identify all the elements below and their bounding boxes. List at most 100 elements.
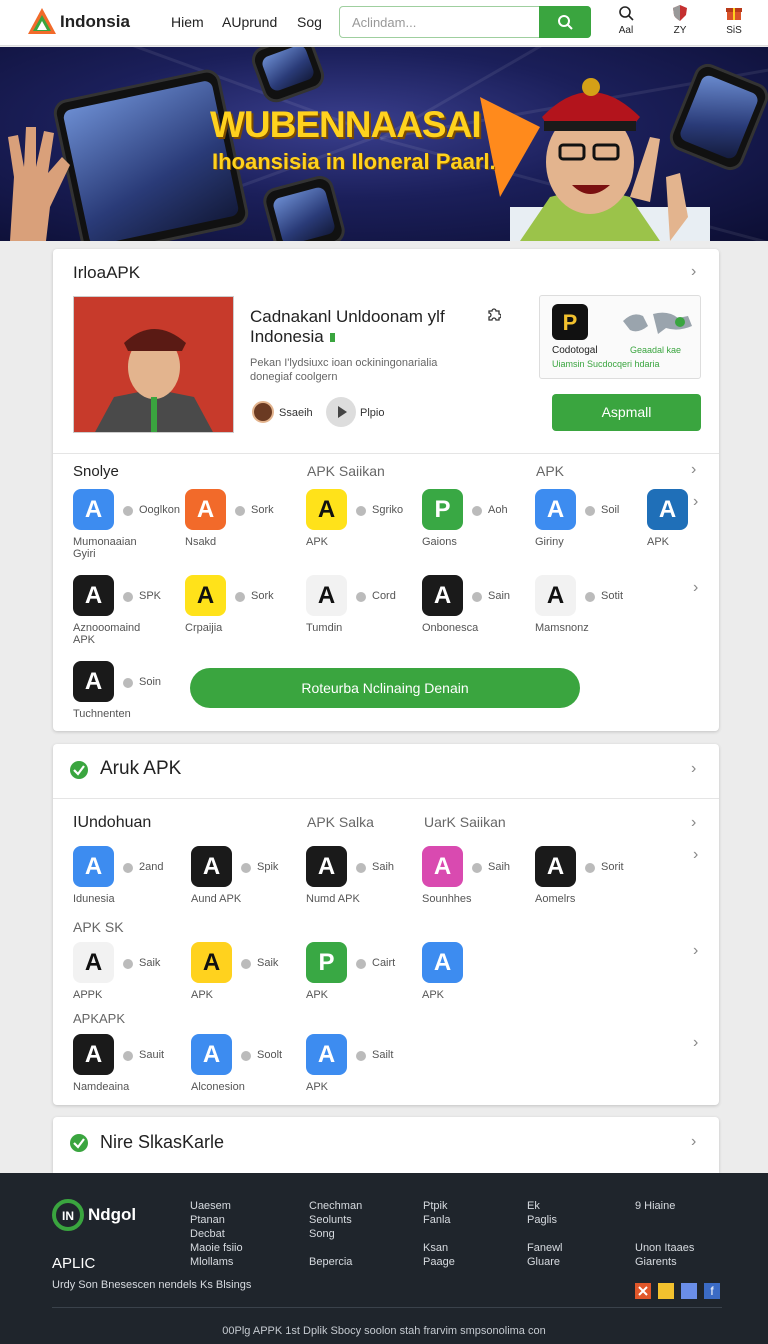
footer-link[interactable]: Ptpik: [423, 1200, 447, 1212]
header-shield-action[interactable]: ZY: [660, 4, 700, 36]
app-icon[interactable]: A: [73, 846, 114, 887]
featured-app-image[interactable]: [73, 296, 234, 433]
play-icon[interactable]: [326, 397, 356, 427]
featured-app-name[interactable]: Cadnakanl Unldoonam ylf Indonesia: [250, 307, 480, 347]
app-label[interactable]: Sounhhes: [422, 893, 492, 905]
app-icon[interactable]: A: [306, 489, 347, 530]
social-facebook-icon[interactable]: f: [704, 1283, 720, 1299]
footer-link[interactable]: Mlollams: [190, 1256, 233, 1268]
header-search-action[interactable]: Aal: [606, 4, 646, 36]
app-icon[interactable]: A: [73, 661, 114, 702]
search-button[interactable]: [539, 6, 591, 38]
social-photo-icon[interactable]: [681, 1283, 697, 1299]
app-icon[interactable]: A: [535, 575, 576, 616]
app-label[interactable]: Aund APK: [191, 893, 261, 905]
app-label[interactable]: APPK: [73, 989, 143, 1001]
app-label[interactable]: Nsakd: [185, 536, 255, 548]
footer-link[interactable]: Cnechman: [309, 1200, 362, 1212]
footer-link[interactable]: Fanla: [423, 1214, 451, 1226]
app-label[interactable]: Crpaijia: [185, 622, 255, 634]
author-name[interactable]: Ssaeih: [279, 407, 313, 419]
app-label[interactable]: Tumdin: [306, 622, 376, 634]
app-label[interactable]: Mamsnonz: [535, 622, 605, 634]
footer-brand[interactable]: Ndgol: [88, 1205, 136, 1225]
footer-link[interactable]: 9 Hiaine: [635, 1200, 675, 1212]
chevron-right-icon[interactable]: ›: [691, 461, 696, 479]
footer-link[interactable]: Song: [309, 1228, 335, 1240]
footer-link[interactable]: Ksan: [423, 1242, 448, 1254]
app-label[interactable]: Giriny: [535, 536, 605, 548]
app-label[interactable]: Aomelrs: [535, 893, 605, 905]
app-label[interactable]: Alconesion: [191, 1081, 261, 1093]
footer-link[interactable]: Ek: [527, 1200, 540, 1212]
footer-link[interactable]: Bepercia: [309, 1256, 352, 1268]
app-icon[interactable]: A: [185, 489, 226, 530]
footer-link[interactable]: Maoie fsiio: [190, 1242, 243, 1254]
footer-link[interactable]: Ptanan: [190, 1214, 225, 1226]
app-icon[interactable]: A: [191, 846, 232, 887]
app-icon[interactable]: A: [422, 575, 463, 616]
puzzle-icon[interactable]: [487, 307, 501, 321]
app-icon[interactable]: A: [185, 575, 226, 616]
nav-games[interactable]: Sog: [297, 14, 322, 30]
author-avatar[interactable]: [252, 401, 274, 423]
app-label[interactable]: APK: [422, 989, 492, 1001]
chevron-right-icon[interactable]: ›: [693, 493, 698, 511]
app-label[interactable]: Mumonaaian Gyiri: [73, 536, 143, 560]
app-label[interactable]: APK: [191, 989, 261, 1001]
section2-header-1[interactable]: APK Salka: [307, 814, 374, 830]
social-x-icon[interactable]: [635, 1283, 651, 1299]
chevron-right-icon[interactable]: ›: [693, 846, 698, 864]
brand-logo-icon[interactable]: [26, 6, 58, 38]
app-icon[interactable]: P: [306, 942, 347, 983]
section1-header-2[interactable]: APK: [536, 463, 564, 479]
app-icon[interactable]: A: [422, 846, 463, 887]
app-label[interactable]: Numd APK: [306, 893, 376, 905]
author-name-2[interactable]: Plpio: [360, 407, 384, 419]
app-icon[interactable]: A: [422, 942, 463, 983]
chevron-right-icon[interactable]: ›: [691, 1133, 696, 1151]
footer-link[interactable]: Giarents: [635, 1256, 677, 1268]
app-icon[interactable]: A: [535, 846, 576, 887]
footer-link[interactable]: Unon Itaaes: [635, 1242, 694, 1254]
chevron-right-icon[interactable]: ›: [691, 760, 696, 778]
app-label[interactable]: Namdeaina: [73, 1081, 143, 1093]
download-cta-button[interactable]: Roteurba Nclinaing Denain: [190, 668, 580, 708]
app-icon[interactable]: A: [306, 846, 347, 887]
app-label[interactable]: APK: [306, 1081, 376, 1093]
app-icon[interactable]: A: [306, 575, 347, 616]
app-label[interactable]: Gaions: [422, 536, 492, 548]
app-icon[interactable]: A: [73, 942, 114, 983]
app-icon[interactable]: A: [73, 489, 114, 530]
footer-link[interactable]: Uaesem: [190, 1200, 231, 1212]
app-icon[interactable]: P: [422, 489, 463, 530]
app-label[interactable]: APK: [306, 536, 376, 548]
chevron-right-icon[interactable]: ›: [693, 942, 698, 960]
app-icon[interactable]: A: [191, 942, 232, 983]
nav-home[interactable]: Hiem: [171, 14, 204, 30]
app-icon[interactable]: A: [73, 575, 114, 616]
search-input[interactable]: Aclindam...: [339, 6, 591, 38]
footer-link[interactable]: Paage: [423, 1256, 455, 1268]
footer-link[interactable]: Fanewl: [527, 1242, 562, 1254]
app-icon[interactable]: A: [647, 489, 688, 530]
header-gift-action[interactable]: SiS: [714, 4, 754, 36]
brand-name[interactable]: Indonsia: [60, 12, 130, 32]
chevron-right-icon[interactable]: ›: [693, 579, 698, 597]
chevron-right-icon[interactable]: ›: [693, 1034, 698, 1052]
section1-header-1[interactable]: APK Saiikan: [307, 463, 385, 479]
app-label[interactable]: Tuchnenten: [73, 708, 143, 720]
social-app-icon[interactable]: [658, 1283, 674, 1299]
app-label[interactable]: APK: [306, 989, 376, 1001]
app-icon[interactable]: A: [306, 1034, 347, 1075]
nav-apps[interactable]: AUprund: [222, 14, 277, 30]
footer-link[interactable]: Decbat: [190, 1228, 225, 1240]
app-icon[interactable]: A: [191, 1034, 232, 1075]
hero-banner[interactable]: WUBENNAASAI Ihoansisia in Iloneral Paarl…: [0, 47, 768, 241]
footer-link[interactable]: Paglis: [527, 1214, 557, 1226]
app-label[interactable]: APK: [647, 536, 717, 548]
chevron-right-icon[interactable]: ›: [691, 814, 696, 832]
app-icon[interactable]: A: [535, 489, 576, 530]
app-label[interactable]: Aznooomaind APK: [73, 622, 143, 646]
section2-header-2[interactable]: UarK Saiikan: [424, 814, 506, 830]
